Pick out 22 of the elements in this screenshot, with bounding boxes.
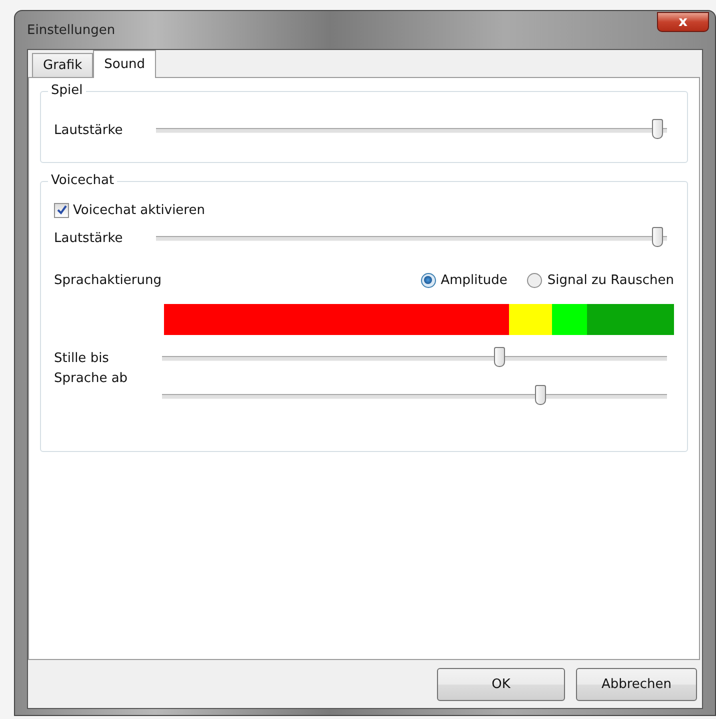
radio-label: Signal zu Rauschen (547, 272, 674, 288)
radio-button[interactable] (527, 272, 542, 288)
radio-button[interactable] (420, 272, 436, 288)
slider-label: Lautstärke (54, 122, 124, 138)
cancel-button[interactable]: Abbrechen (576, 668, 697, 700)
slider-thumb[interactable] (652, 118, 663, 138)
field-label: Sprachaktierung (54, 272, 162, 288)
tab[interactable]: Grafik (32, 53, 94, 77)
slider-thumb[interactable] (535, 384, 546, 404)
slider-label: Stille bis (54, 350, 110, 366)
slider-thumb[interactable] (652, 226, 663, 246)
slider-label: Lautstärke (54, 230, 124, 246)
checkbox[interactable] (54, 202, 69, 218)
checkbox-label: Voicechat aktivieren (73, 202, 205, 218)
slider-thumb[interactable] (494, 346, 506, 366)
close-button[interactable]: x (657, 12, 709, 32)
group-title: Spiel (48, 83, 86, 98)
window-title: Einstellungen (27, 22, 116, 38)
slider-label: Sprache ab (54, 371, 129, 386)
tab[interactable]: Sound (93, 50, 156, 78)
radio-label: Amplitude (440, 272, 508, 288)
ok-button[interactable]: OK (437, 668, 565, 700)
